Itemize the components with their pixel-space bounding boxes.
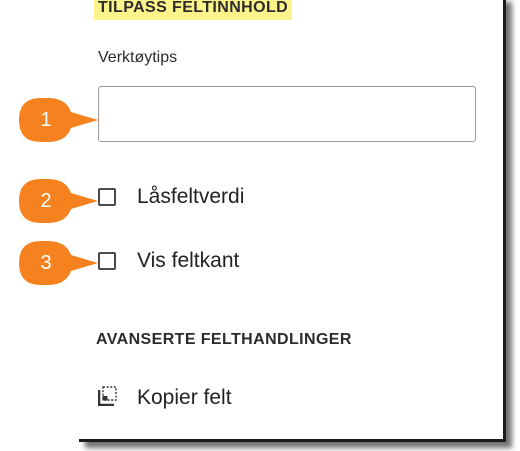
lock-field-value-checkbox[interactable] [98,188,116,206]
copy-field-label: Kopier felt [137,386,232,409]
show-field-border-label: Vis feltkant [137,249,240,272]
tooltip-input[interactable] [98,86,476,142]
callout-2: 2 [18,178,98,224]
section-title-customize-content: TILPASS FELTINNHOLD [94,0,293,20]
section-title-advanced-actions: AVANSERTE FELTHANDLINGER [96,331,352,348]
customize-field-panel: TILPASS FELTINNHOLD Verktøytips Låsfeltv… [79,0,506,442]
lock-field-value-label: Låsfeltverdi [137,185,245,208]
callout-2-number: 2 [40,189,52,212]
show-field-border-row[interactable]: Vis feltkant [98,246,239,276]
callout-1-number: 1 [40,108,52,131]
callout-1: 1 [18,97,98,143]
copy-field-button[interactable]: Kopier felt [97,382,232,414]
copy-field-icon [97,385,118,411]
callout-3: 3 [18,240,98,286]
lock-field-value-row[interactable]: Låsfeltverdi [98,182,244,212]
callout-3-number: 3 [40,251,52,274]
show-field-border-checkbox[interactable] [98,252,116,270]
tooltip-label: Verktøytips [98,49,178,66]
